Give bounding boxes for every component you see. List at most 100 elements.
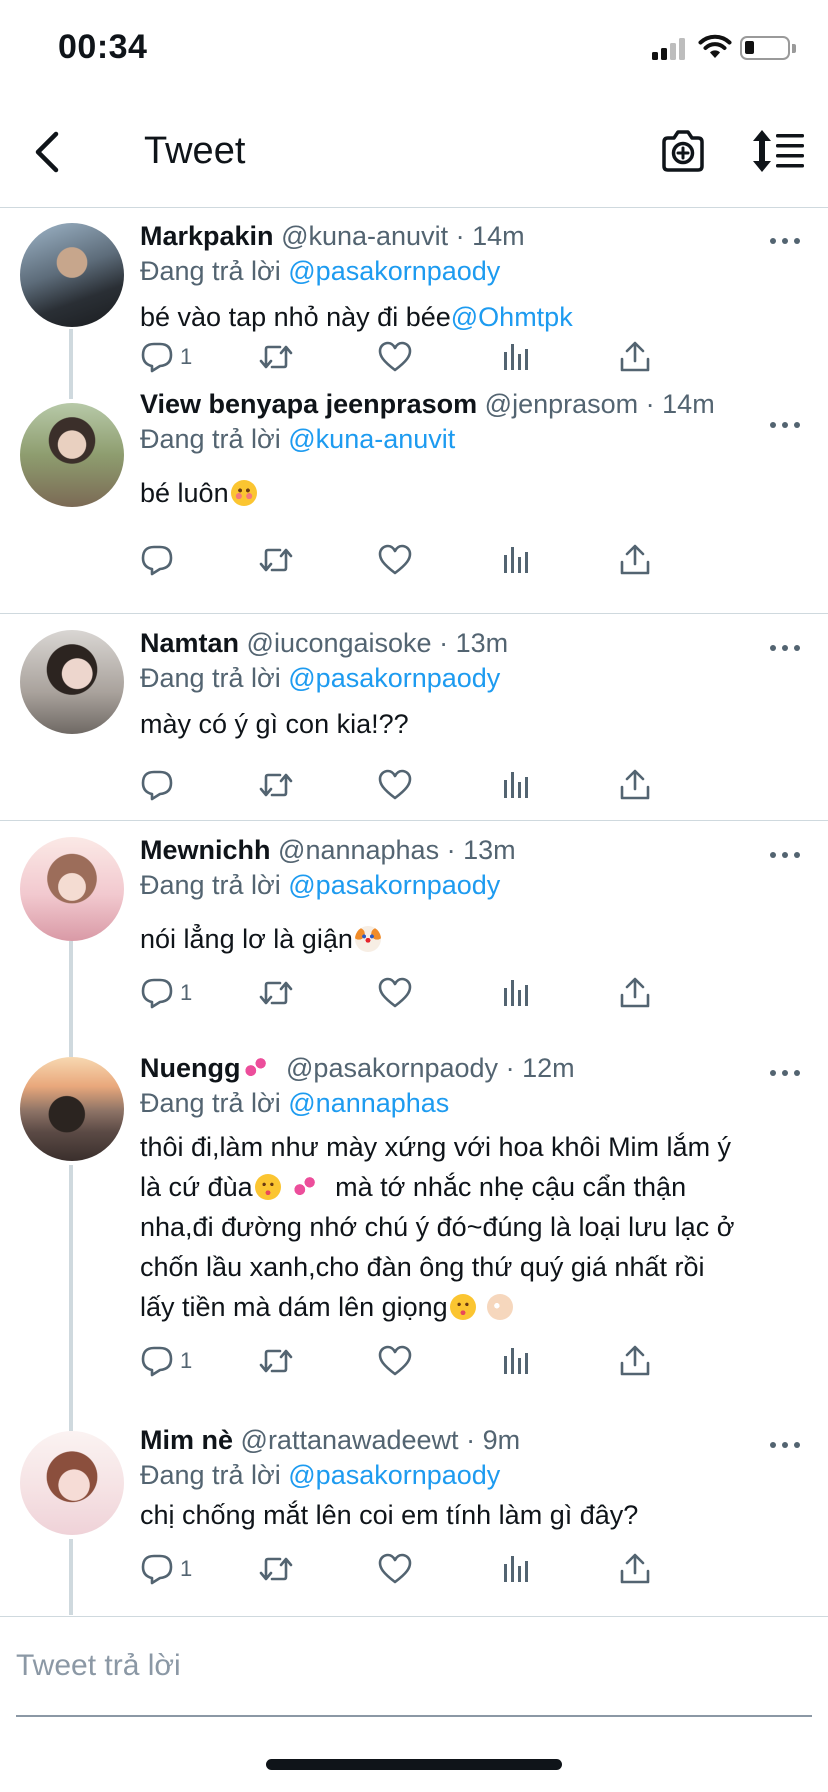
camera-icon[interactable]: [658, 126, 708, 176]
tweet-text-line: chốn lầu xanh,cho đàn ông thứ quý giá nh…: [140, 1252, 705, 1282]
reply-button[interactable]: [140, 540, 180, 580]
retweet-button[interactable]: [258, 973, 294, 1013]
replying-to: Đang trả lời @pasakornpaody: [140, 867, 804, 903]
reply-icon: [141, 1554, 173, 1585]
page-title: Tweet: [144, 130, 246, 172]
author-handle[interactable]: @rattanawadeewt: [241, 1425, 459, 1455]
share-button[interactable]: [618, 540, 652, 580]
tweet-actions: [140, 765, 720, 805]
more-options-icon[interactable]: [770, 1067, 800, 1079]
tweet-text-line: chị chống mắt lên coi em tính làm gì đây…: [140, 1500, 639, 1530]
like-button[interactable]: [378, 1549, 412, 1589]
author-handle[interactable]: @pasakornpaody: [286, 1053, 498, 1083]
analytics-button[interactable]: [498, 1341, 532, 1381]
replying-mention[interactable]: @pasakornpaody: [288, 870, 500, 900]
replying-mention[interactable]: @kuna-anuvit: [288, 424, 455, 454]
retweet-button[interactable]: [258, 1549, 294, 1589]
reply-button[interactable]: 1: [140, 973, 192, 1013]
more-options-icon[interactable]: [770, 642, 800, 654]
like-button[interactable]: [378, 540, 412, 580]
replying-mention[interactable]: @nannaphas: [288, 1088, 449, 1118]
thread-line: [69, 941, 73, 1051]
reply-count: 1: [180, 980, 193, 1005]
author-name[interactable]: Mewnichh: [140, 835, 271, 865]
reply-feed[interactable]: Markpakin @kuna-anuvit · 14m Đang trả lờ…: [0, 209, 828, 1615]
avatar[interactable]: [20, 223, 124, 327]
author-handle[interactable]: @nannaphas: [278, 835, 439, 865]
text-mention[interactable]: @Ohmtpk: [451, 302, 573, 332]
analytics-button[interactable]: [498, 765, 532, 805]
tweet-item[interactable]: View benyapa jeenprasom @jenprasom · 14m…: [0, 389, 828, 614]
tweet-actions: [140, 540, 720, 580]
retweet-button[interactable]: [258, 540, 294, 580]
analytics-button[interactable]: [498, 337, 532, 377]
share-button[interactable]: [618, 1341, 652, 1381]
retweet-icon: [259, 548, 293, 572]
analytics-button[interactable]: [498, 973, 532, 1013]
avatar[interactable]: [20, 403, 124, 507]
retweet-button[interactable]: [258, 1341, 294, 1381]
share-button[interactable]: [618, 973, 652, 1013]
tweet-time: · 14m: [455, 221, 525, 251]
author-handle[interactable]: @iucongaisoke: [247, 628, 432, 658]
wifi-icon: [698, 34, 732, 58]
more-options-icon[interactable]: [770, 235, 800, 247]
author-name[interactable]: View benyapa jeenprasom: [140, 389, 477, 419]
retweet-icon: [259, 773, 293, 797]
heart-icon: [378, 1553, 412, 1584]
tweet-item[interactable]: Mim nè @rattanawadeewt · 9m Đang trả lời…: [0, 1421, 828, 1615]
reply-button[interactable]: 1: [140, 1341, 192, 1381]
reply-button[interactable]: 1: [140, 1549, 192, 1589]
avatar[interactable]: [20, 1431, 124, 1535]
yum-emoji: [254, 1174, 281, 1200]
avatar[interactable]: [20, 837, 124, 941]
clown-face-emoji: [354, 926, 381, 952]
analytics-button[interactable]: [498, 540, 532, 580]
sort-icon[interactable]: [752, 128, 806, 174]
replying-to: Đang trả lời @kuna-anuvit: [140, 421, 804, 457]
replying-mention[interactable]: @pasakornpaody: [288, 663, 500, 693]
home-indicator[interactable]: [266, 1759, 562, 1770]
replying-prefix: Đang trả lời: [140, 424, 289, 454]
reply-count: 1: [180, 1348, 193, 1373]
like-button[interactable]: [378, 337, 412, 377]
share-button[interactable]: [618, 765, 652, 805]
like-button[interactable]: [378, 765, 412, 805]
more-options-icon[interactable]: [770, 419, 800, 431]
reply-icon: [141, 1346, 173, 1377]
tweet-time: · 13m: [446, 835, 516, 865]
tweet-item[interactable]: Markpakin @kuna-anuvit · 14m Đang trả lờ…: [0, 209, 828, 399]
reply-count: 1: [180, 344, 193, 369]
like-button[interactable]: [378, 973, 412, 1013]
retweet-icon: [259, 345, 293, 369]
tweet-item[interactable]: Nuengg @pasakornpaody · 12m Đang trả lời…: [0, 1045, 828, 1425]
tweet-item[interactable]: Mewnichh @nannaphas · 13m Đang trả lời @…: [0, 821, 828, 1051]
more-options-icon[interactable]: [770, 1439, 800, 1451]
reply-button[interactable]: 1: [140, 337, 192, 377]
reply-button[interactable]: [140, 765, 180, 805]
share-button[interactable]: [618, 337, 652, 377]
author-handle[interactable]: @kuna-anuvit: [281, 221, 448, 251]
author-name[interactable]: Mim nè: [140, 1425, 233, 1455]
reply-input[interactable]: [16, 1637, 812, 1695]
retweet-button[interactable]: [258, 337, 294, 377]
tweet-text: bé vào tap nhỏ này đi bée@Ohmtpk: [140, 295, 804, 339]
author-name[interactable]: Namtan: [140, 628, 239, 658]
avatar[interactable]: [20, 630, 124, 734]
share-button[interactable]: [618, 1549, 652, 1589]
share-icon: [620, 769, 650, 800]
avatar[interactable]: [20, 1057, 124, 1161]
author-name[interactable]: Markpakin: [140, 221, 274, 251]
retweet-icon: [259, 1557, 293, 1581]
like-button[interactable]: [378, 1341, 412, 1381]
replying-mention[interactable]: @pasakornpaody: [288, 1460, 500, 1490]
author-handle[interactable]: @jenprasom: [485, 389, 638, 419]
retweet-button[interactable]: [258, 765, 294, 805]
heart-icon: [378, 977, 412, 1008]
analytics-button[interactable]: [498, 1549, 532, 1589]
author-name[interactable]: Nuengg: [140, 1053, 241, 1083]
more-options-icon[interactable]: [770, 849, 800, 861]
back-button[interactable]: [22, 124, 72, 180]
tweet-item[interactable]: Namtan @iucongaisoke · 13m Đang trả lời …: [0, 614, 828, 821]
replying-mention[interactable]: @pasakornpaody: [288, 256, 500, 286]
